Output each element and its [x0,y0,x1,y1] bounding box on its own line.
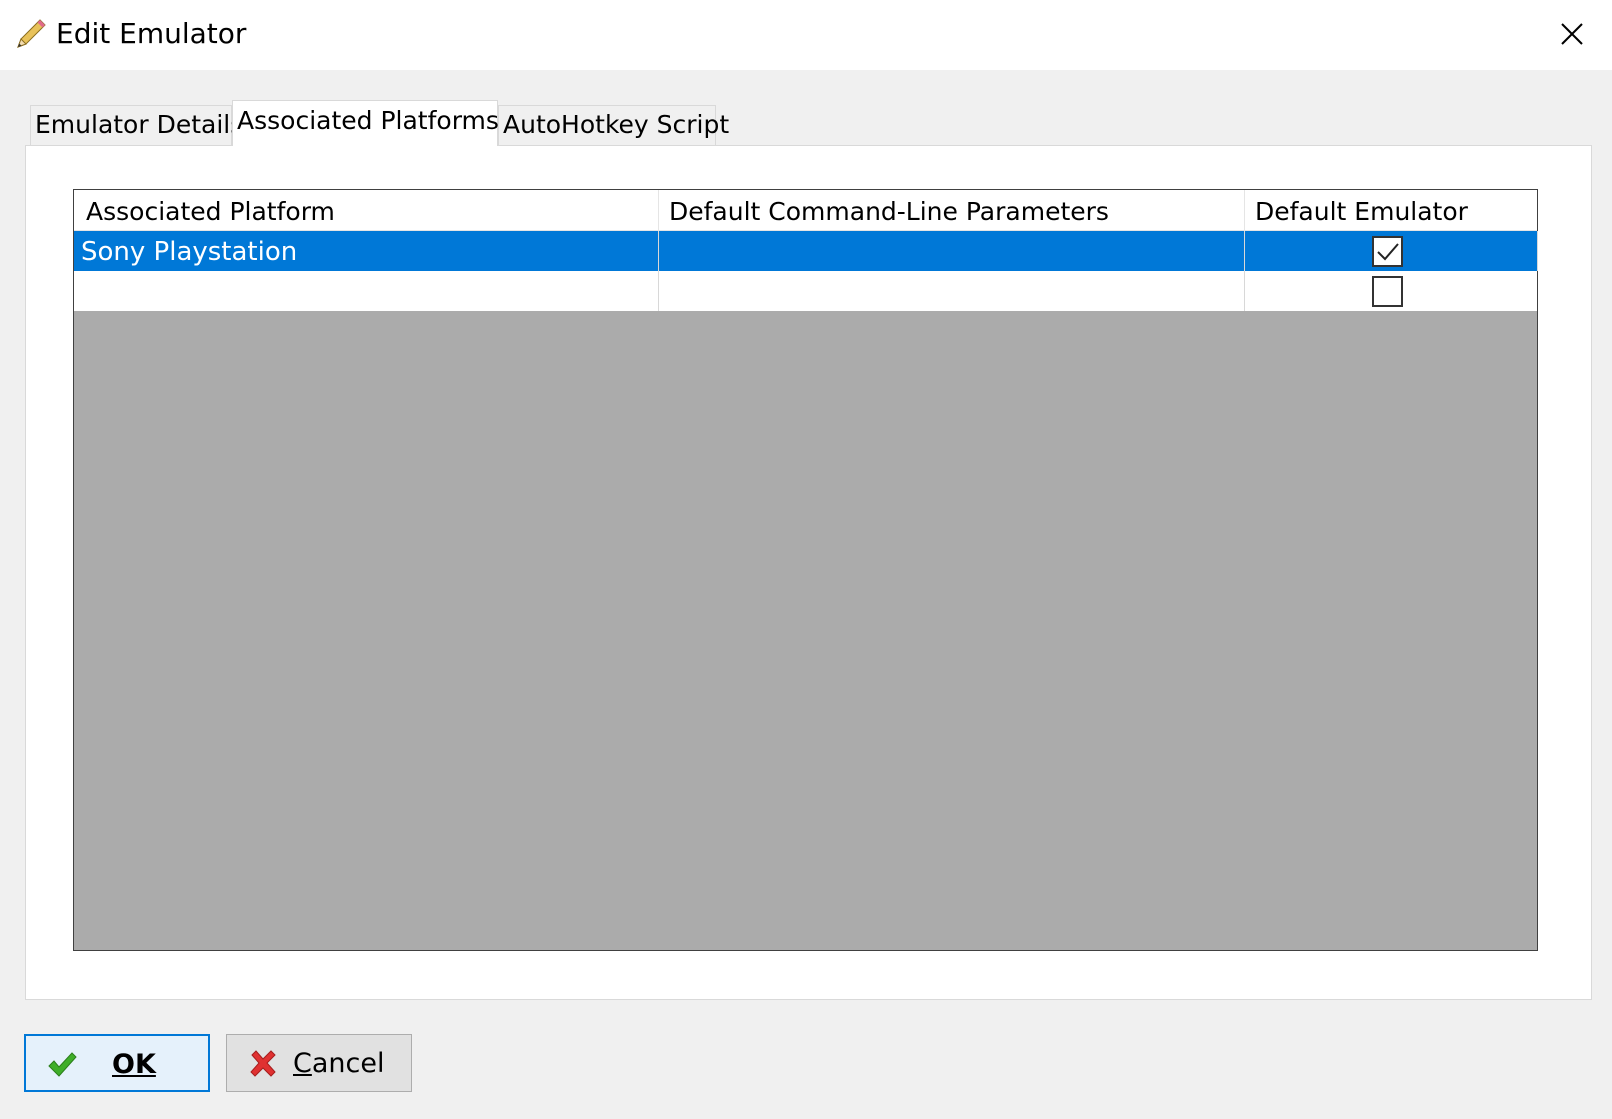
column-header-command-line-parameters[interactable]: Default Command-Line Parameters [659,190,1245,230]
platform-cell[interactable] [74,271,659,311]
parameters-cell[interactable] [659,271,1245,311]
column-header-default-emulator[interactable]: Default Emulator [1245,190,1538,230]
close-icon [1561,23,1583,45]
column-header-associated-platform[interactable]: Associated Platform [74,190,659,230]
platform-cell[interactable]: Sony Playstation [74,231,659,271]
pencil-icon [14,17,48,51]
tab-associated-platforms[interactable]: Associated Platforms [232,100,499,146]
associated-platforms-page: Associated Platform Default Command-Line… [25,145,1592,1000]
title-bar: Edit Emulator [0,0,1612,70]
table-row[interactable]: Sony Playstation [74,231,1538,271]
cancel-button[interactable]: Cancel [226,1034,412,1092]
platforms-grid[interactable]: Associated Platform Default Command-Line… [73,189,1538,951]
parameters-cell[interactable] [659,231,1245,271]
default-emulator-checkbox[interactable] [1372,236,1403,267]
default-emulator-checkbox[interactable] [1372,276,1403,307]
close-button[interactable] [1554,16,1590,52]
ok-label: OK [112,1049,156,1080]
tab-autohotkey-script[interactable]: AutoHotkey Script [498,105,729,145]
edit-emulator-dialog: Edit Emulator Emulator Details Associate… [0,0,1612,1119]
checkmark-icon [46,1049,78,1081]
tab-emulator-details[interactable]: Emulator Details [30,105,243,145]
checkmark-icon [1376,242,1399,260]
ok-button[interactable]: OK [24,1034,210,1092]
table-row[interactable] [74,271,1537,311]
red-x-icon [247,1048,279,1080]
cancel-label: Cancel [293,1048,385,1079]
default-emulator-cell[interactable] [1245,231,1538,271]
window-title: Edit Emulator [56,17,247,50]
grid-header: Associated Platform Default Command-Line… [74,190,1537,231]
default-emulator-cell[interactable] [1245,271,1538,311]
